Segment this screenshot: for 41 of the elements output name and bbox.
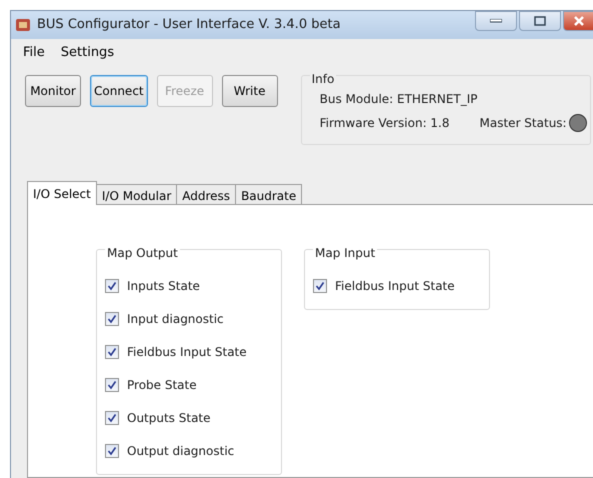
- check-icon: [107, 347, 117, 357]
- bus-module-label: Bus Module: ETHERNET_IP: [320, 90, 478, 108]
- check-icon: [107, 380, 117, 390]
- menu-item[interactable]: File: [17, 43, 51, 62]
- checkbox[interactable]: [105, 444, 119, 458]
- menu-item[interactable]: Settings: [54, 43, 120, 62]
- checkbox[interactable]: [105, 345, 119, 359]
- check-icon: [107, 446, 117, 456]
- toolbar-button[interactable]: Monitor: [25, 74, 81, 106]
- checkbox-label: Outputs State: [127, 410, 211, 427]
- check-icon: [107, 314, 117, 324]
- checkbox[interactable]: [105, 312, 119, 326]
- checkbox[interactable]: [313, 279, 327, 293]
- tab[interactable]: I/O Select: [27, 180, 97, 204]
- checkbox-label: Fieldbus Input State: [335, 278, 455, 295]
- maximize-button[interactable]: [519, 11, 561, 31]
- minimize-button[interactable]: [475, 11, 517, 31]
- close-button[interactable]: [563, 11, 593, 31]
- minimize-icon: [490, 19, 502, 23]
- master-status-label: Master Status:: [480, 114, 567, 132]
- tab[interactable]: Baudrate: [235, 184, 302, 204]
- checkbox-label: Input diagnostic: [127, 311, 224, 328]
- checkbox-label: Inputs State: [127, 278, 200, 295]
- app-icon: [15, 17, 31, 33]
- checkbox-label: Fieldbus Input State: [127, 344, 247, 361]
- checkbox[interactable]: [105, 378, 119, 392]
- checkbox[interactable]: [105, 279, 119, 293]
- tab[interactable]: Address: [176, 184, 236, 204]
- firmware-version-label: Firmware Version: 1.8: [320, 114, 450, 132]
- toolbar-button[interactable]: Connect: [90, 74, 148, 106]
- check-icon: [107, 281, 117, 291]
- checkbox-label: Output diagnostic: [127, 443, 234, 460]
- window-title: BUS Configurator - User Interface V. 3.4.0 beta: [37, 16, 341, 34]
- maximize-icon: [534, 16, 546, 26]
- toolbar-button[interactable]: Write: [222, 74, 278, 106]
- tab[interactable]: I/O Modular: [96, 184, 178, 204]
- checkbox-label: Probe State: [127, 377, 197, 394]
- checkbox[interactable]: [105, 411, 119, 425]
- check-icon: [107, 413, 117, 423]
- check-icon: [315, 281, 325, 291]
- close-icon: [574, 16, 584, 26]
